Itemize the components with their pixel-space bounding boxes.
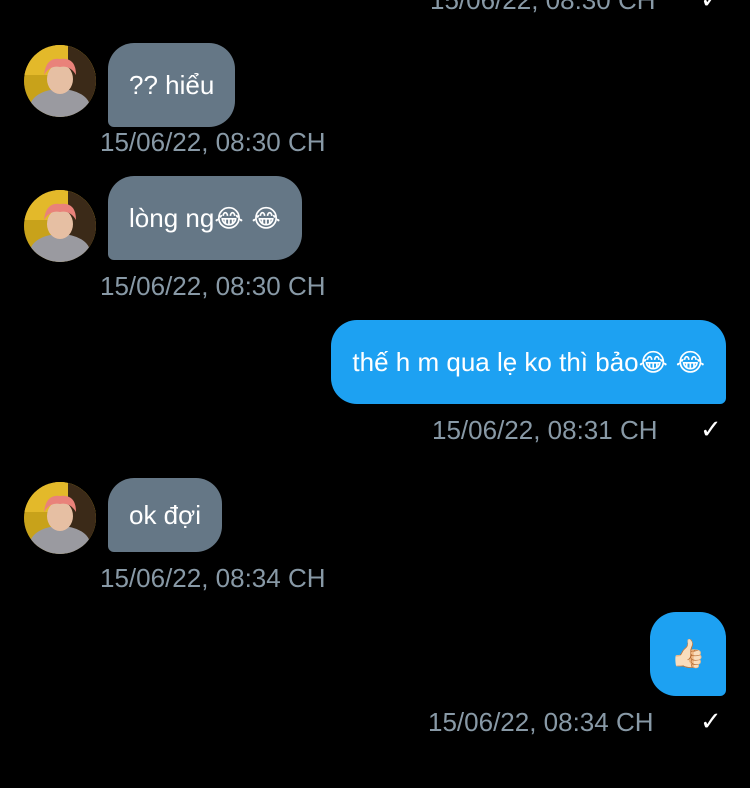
message-timestamp: 15/06/22, 08:31 CH: [432, 415, 658, 445]
read-check-icon: ✓: [700, 0, 722, 15]
avatar-photo-icon: [24, 482, 96, 554]
laughing-emoji-icon: 😂 😂: [638, 347, 705, 377]
avatar-photo-icon: [24, 190, 96, 262]
avatar[interactable]: [24, 482, 96, 554]
message-bubble-incoming[interactable]: lòng ng 😂 😂: [108, 176, 302, 260]
message-timestamp: 15/06/22, 08:30 CH: [100, 271, 326, 301]
thumbs-up-emoji-icon: 👍🏻: [670, 637, 706, 670]
message-timestamp: 15/06/22, 08:34 CH: [428, 707, 654, 737]
message-timestamp: 15/06/22, 08:30 CH: [100, 127, 326, 157]
message-text: thế h m qua lẹ ko thì bảo: [352, 347, 639, 377]
message-timestamp: 15/06/22, 08:34 CH: [100, 563, 326, 593]
avatar[interactable]: [24, 190, 96, 262]
message-timestamp-partial: 15/06/22, 08:30 CH: [430, 0, 656, 15]
read-check-icon: ✓: [700, 415, 722, 445]
message-bubble-outgoing[interactable]: thế h m qua lẹ ko thì bảo 😂 😂: [331, 320, 726, 404]
message-bubble-outgoing[interactable]: 👍🏻: [650, 612, 726, 696]
message-text: ok đợi: [129, 500, 201, 530]
message-bubble-incoming[interactable]: ok đợi: [108, 478, 222, 552]
message-bubble-incoming[interactable]: ?? hiểu: [108, 43, 236, 127]
message-text: ?? hiểu: [129, 70, 215, 100]
avatar-photo-icon: [24, 45, 96, 117]
message-text: lòng ng: [129, 203, 215, 233]
avatar[interactable]: [24, 45, 96, 117]
read-check-icon: ✓: [700, 707, 722, 737]
laughing-emoji-icon: 😂 😂: [214, 203, 281, 233]
